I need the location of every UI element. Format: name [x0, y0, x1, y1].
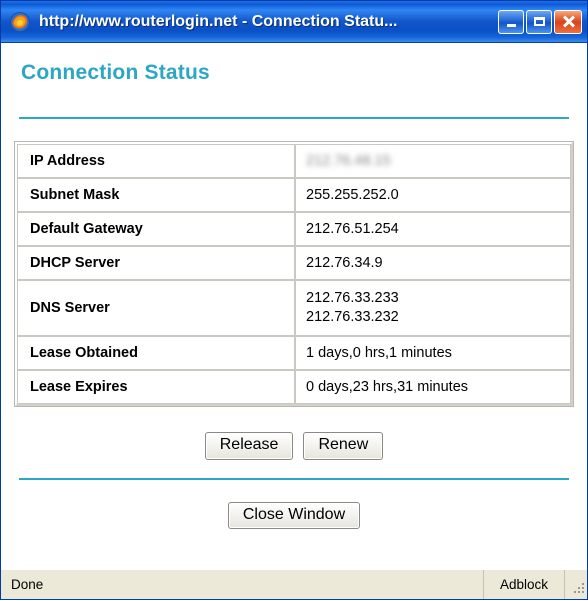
close-icon — [562, 15, 575, 28]
page-content: Connection Status IP Address 212.76.48.1… — [1, 43, 587, 569]
row-label-dhcp-server: DHCP Server — [17, 246, 295, 280]
renew-button[interactable]: Renew — [303, 432, 384, 460]
table-row: DHCP Server 212.76.34.9 — [17, 246, 571, 280]
window-title: http://www.routerlogin.net - Connection … — [39, 12, 398, 30]
row-value-subnet-mask: 255.255.252.0 — [295, 178, 571, 212]
status-bar: Done Adblock — [1, 569, 587, 599]
connection-status-table: IP Address 212.76.48.15 Subnet Mask 255.… — [15, 142, 573, 407]
firefox-icon — [9, 11, 31, 33]
page-title: Connection Status — [21, 61, 210, 84]
ip-address-redacted-value: 212.76.48.15 — [306, 153, 391, 169]
actions-divider — [19, 477, 569, 480]
window-controls — [498, 9, 582, 34]
window-titlebar[interactable]: http://www.routerlogin.net - Connection … — [1, 1, 587, 43]
close-action: Close Window — [15, 501, 573, 530]
table-row: Default Gateway 212.76.51.254 — [17, 212, 571, 246]
minimize-button[interactable] — [498, 9, 524, 34]
row-value-default-gateway: 212.76.51.254 — [295, 212, 571, 246]
heading-divider — [19, 117, 569, 119]
row-label-ip-address: IP Address — [17, 144, 295, 178]
close-button[interactable] — [554, 9, 582, 34]
row-value-dns-server: 212.76.33.233 212.76.33.232 — [295, 280, 571, 337]
dns-server-secondary: 212.76.33.232 — [306, 309, 399, 326]
row-label-default-gateway: Default Gateway — [17, 212, 295, 246]
row-label-lease-obtained: Lease Obtained — [17, 336, 295, 371]
table-row: Lease Obtained 1 days,0 hrs,1 minutes — [17, 336, 571, 371]
resize-grip-icon[interactable] — [565, 570, 587, 599]
dns-server-primary: 212.76.33.233 — [306, 290, 399, 306]
adblock-status-item[interactable]: Adblock — [484, 570, 565, 599]
table-row: IP Address 212.76.48.15 — [17, 144, 571, 178]
row-value-lease-expires: 0 days,23 hrs,31 minutes — [295, 370, 571, 405]
row-value-dhcp-server: 212.76.34.9 — [295, 246, 571, 280]
row-value-lease-obtained: 1 days,0 hrs,1 minutes — [295, 336, 571, 371]
lease-actions: Release Renew — [15, 432, 573, 460]
row-label-dns-server: DNS Server — [17, 280, 295, 337]
maximize-icon — [533, 17, 545, 26]
status-text: Done — [1, 570, 484, 599]
close-window-button[interactable]: Close Window — [227, 501, 361, 530]
release-button[interactable]: Release — [204, 432, 294, 460]
table-row: Subnet Mask 255.255.252.0 — [17, 178, 571, 212]
maximize-button[interactable] — [526, 9, 552, 34]
row-value-ip-address: 212.76.48.15 — [295, 144, 571, 178]
row-label-subnet-mask: Subnet Mask — [17, 178, 295, 212]
browser-window: http://www.routerlogin.net - Connection … — [0, 0, 588, 600]
table-row: DNS Server 212.76.33.233 212.76.33.232 — [17, 280, 571, 337]
table-row: Lease Expires 0 days,23 hrs,31 minutes — [17, 370, 571, 405]
row-label-lease-expires: Lease Expires — [17, 370, 295, 405]
minimize-icon — [506, 23, 516, 27]
